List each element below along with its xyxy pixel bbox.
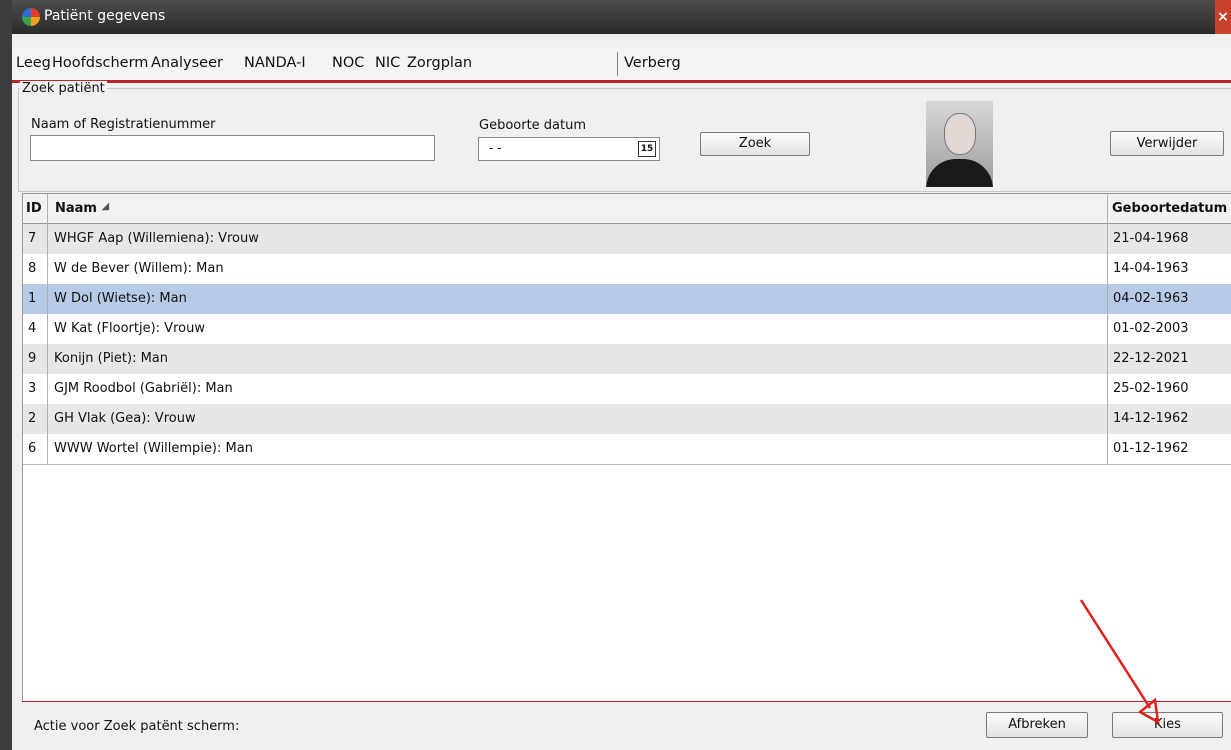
column-header-dob[interactable]: Geboortedatum [1112, 201, 1227, 216]
menu-item-analyseer[interactable]: Analyseer [151, 55, 223, 71]
cell-dob: 22-12-2021 [1113, 351, 1189, 366]
table-row[interactable]: 3 GJM Roodbol (Gabriël): Man 25-02-1960 [23, 374, 1231, 405]
patient-table: ID Naam ◢ Geboortedatum 7 WHGF Aap (Wille… [22, 193, 1231, 703]
cell-name: WWW Wortel (Willempie): Man [54, 441, 253, 456]
cell-dob: 01-02-2003 [1113, 321, 1189, 336]
cell-dob: 01-12-1962 [1113, 441, 1189, 456]
cell-id: 1 [28, 291, 37, 306]
table-row[interactable]: 6 WWW Wortel (Willempie): Man 01-12-1962 [23, 434, 1231, 465]
delete-button[interactable]: Verwijder [1110, 131, 1224, 156]
cell-id: 8 [28, 261, 37, 276]
table-row[interactable]: 9 Konijn (Piet): Man 22-12-2021 [23, 344, 1231, 375]
table-row[interactable]: 1 W Dol (Wietse): Man 04-02-1963 [23, 284, 1231, 315]
column-header-name[interactable]: Naam ◢ [55, 201, 109, 216]
dob-label: Geboorte datum [479, 118, 587, 133]
menu-item-zorgplan[interactable]: Zorgplan [407, 55, 472, 71]
patient-photo [926, 101, 993, 187]
menu-divider [12, 80, 1231, 83]
footer-status-text: Actie voor Zoek patënt scherm: [34, 719, 240, 734]
cell-dob: 14-12-1962 [1113, 411, 1189, 426]
sort-indicator-icon: ◢ [101, 201, 110, 212]
cell-name: W Kat (Floortje): Vrouw [54, 321, 205, 336]
cell-name: GJM Roodbol (Gabriël): Man [54, 381, 233, 396]
table-row[interactable]: 2 GH Vlak (Gea): Vrouw 14-12-1962 [23, 404, 1231, 435]
cell-dob: 14-04-1963 [1113, 261, 1189, 276]
menu-bar: Leeg Hoofdscherm Analyseer NANDA-I NOC N… [12, 48, 1231, 80]
search-button[interactable]: Zoek [700, 132, 810, 156]
column-header-id[interactable]: ID [26, 201, 42, 216]
column-divider-dob [1107, 194, 1108, 464]
menu-item-nic[interactable]: NIC [375, 55, 400, 71]
cell-dob: 25-02-1960 [1113, 381, 1189, 396]
cell-name: W Dol (Wietse): Man [54, 291, 187, 306]
calendar-icon[interactable]: 15 [638, 141, 656, 157]
cell-id: 3 [28, 381, 37, 396]
choose-button[interactable]: Kies [1112, 712, 1223, 738]
menu-item-nanda[interactable]: NANDA-I [244, 55, 306, 71]
cell-name: WHGF Aap (Willemiena): Vrouw [54, 231, 259, 246]
menu-item-leeg[interactable]: Leeg [16, 55, 51, 71]
cell-id: 9 [28, 351, 37, 366]
dob-value: - - [489, 141, 502, 155]
cancel-button[interactable]: Afbreken [986, 712, 1088, 738]
app-logo-icon [22, 8, 40, 26]
cell-id: 7 [28, 231, 37, 246]
window-title: Patiënt gegevens [44, 8, 166, 24]
table-row[interactable]: 8 W de Bever (Willem): Man 14-04-1963 [23, 254, 1231, 285]
cell-id: 4 [28, 321, 37, 336]
cell-name: GH Vlak (Gea): Vrouw [54, 411, 196, 426]
footer-bar: Actie voor Zoek patënt scherm: Afbreken … [12, 702, 1231, 750]
table-row[interactable]: 7 WHGF Aap (Willemiena): Vrouw 21-04-1968 [23, 224, 1231, 255]
name-label: Naam of Registratienummer [31, 117, 216, 132]
patient-window: Patiënt gegevens × Leeg Hoofdscherm Anal… [0, 0, 1231, 750]
column-divider-id [47, 194, 48, 464]
cell-dob: 04-02-1963 [1113, 291, 1189, 306]
cell-name: W de Bever (Willem): Man [54, 261, 224, 276]
table-header: ID Naam ◢ Geboortedatum [23, 194, 1231, 224]
window-left-border [0, 0, 12, 750]
name-input[interactable] [30, 135, 435, 161]
dob-field[interactable]: - - 15 [478, 137, 660, 161]
close-button[interactable]: × [1215, 0, 1231, 34]
menu-item-hoofdscherm[interactable]: Hoofdscherm [52, 55, 148, 71]
cell-id: 6 [28, 441, 37, 456]
cell-id: 2 [28, 411, 37, 426]
photo-shirt [926, 159, 993, 187]
column-header-name-label: Naam [55, 201, 97, 216]
cell-dob: 21-04-1968 [1113, 231, 1189, 246]
menu-separator [617, 52, 618, 76]
search-group-label: Zoek patiënt [20, 81, 107, 96]
table-row[interactable]: 4 W Kat (Floortje): Vrouw 01-02-2003 [23, 314, 1231, 345]
menu-item-verberg[interactable]: Verberg [624, 55, 681, 71]
cell-name: Konijn (Piet): Man [54, 351, 169, 366]
photo-head [944, 113, 976, 155]
menu-item-noc[interactable]: NOC [332, 55, 364, 71]
title-bar[interactable]: Patiënt gegevens × [12, 0, 1231, 34]
